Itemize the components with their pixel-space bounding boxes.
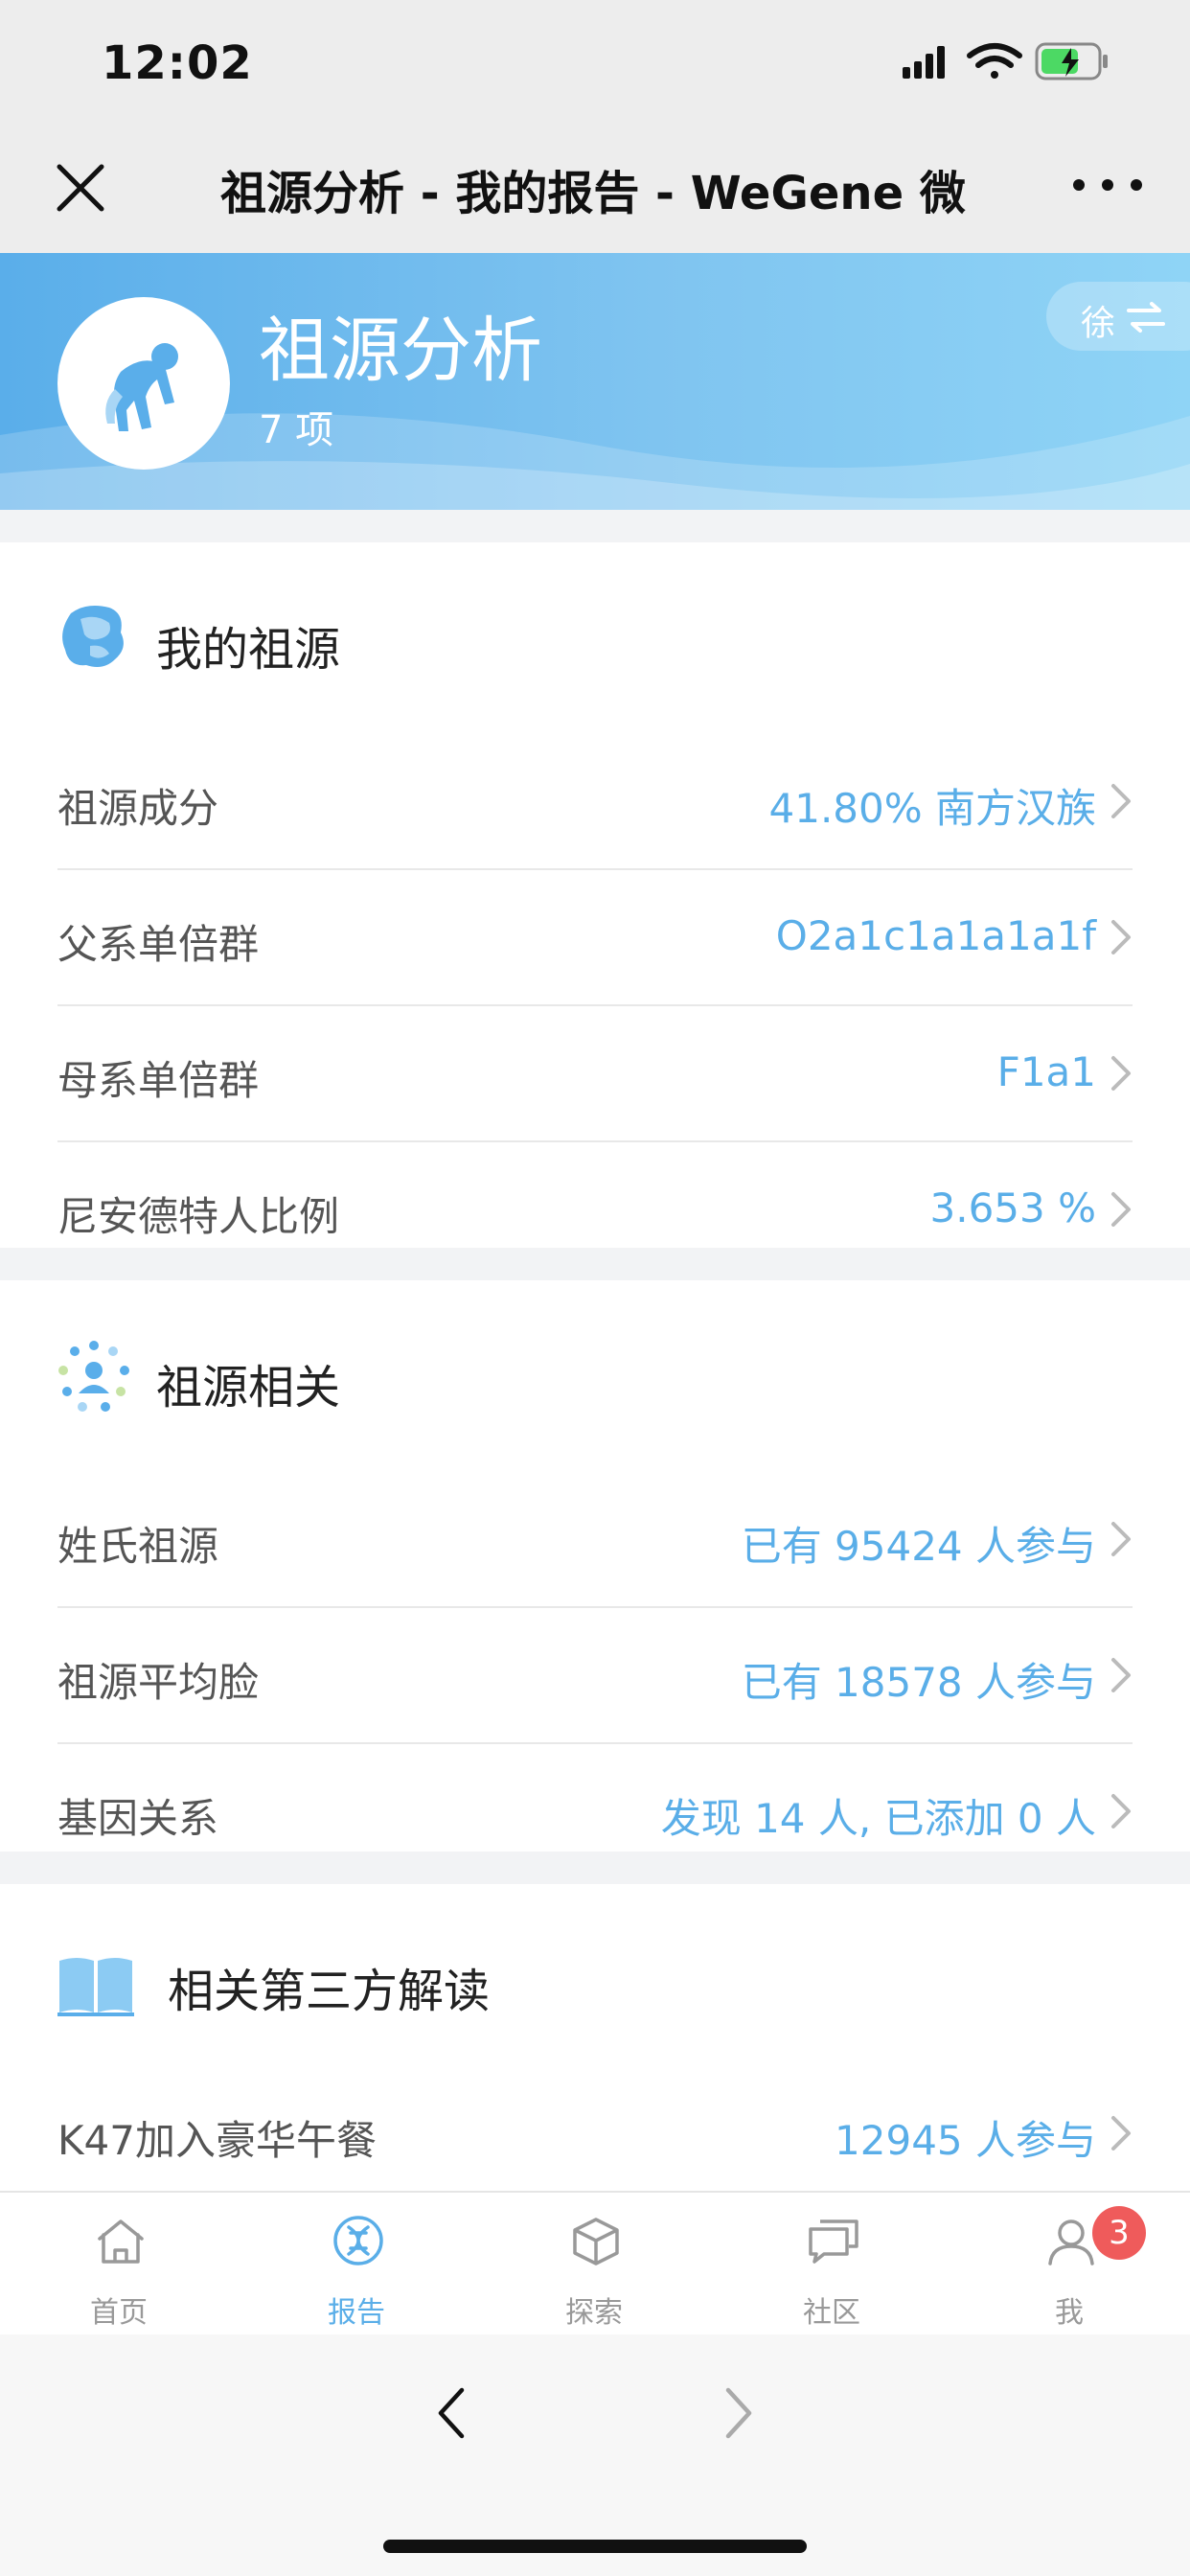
tab-label: 首页	[90, 2296, 148, 2330]
section-title: 我的祖源	[156, 623, 341, 677]
chevron-right-icon	[1111, 2116, 1131, 2150]
list-item[interactable]: 尼安德特人比例 3.653 %	[57, 1142, 1133, 1276]
status-icons	[903, 42, 1108, 80]
row-label: 基因关系	[57, 1795, 219, 1842]
people-network-icon	[58, 1341, 129, 1412]
section-header: 相关第三方解读	[0, 1884, 1190, 2066]
status-time: 12:02	[102, 36, 253, 90]
chevron-right-icon	[1111, 920, 1131, 954]
row-value: 已有 18578 人参与	[741, 1659, 1096, 1706]
row-label: 尼安德特人比例	[57, 1193, 340, 1240]
wifi-icon	[967, 43, 1022, 79]
switch-user-button[interactable]: 徐	[1046, 282, 1190, 351]
row-label: 祖源成分	[57, 785, 219, 832]
row-value: 发现 14 人, 已添加 0 人	[660, 1795, 1096, 1842]
section-header: 我的祖源	[0, 542, 1190, 734]
chevron-right-icon	[1111, 784, 1131, 818]
my-ancestry-card: 我的祖源 祖源成分 41.80% 南方汉族 父系单倍群 O2a1c1a1a1a1…	[0, 542, 1190, 1248]
tab-bar: 首页 报告 探索 社区 3 我	[0, 2191, 1190, 2336]
home-indicator	[383, 2540, 807, 2553]
notification-badge: 3	[1092, 2206, 1146, 2260]
battery-icon	[1035, 42, 1108, 80]
row-label: 父系单倍群	[57, 921, 260, 968]
book-icon	[57, 1958, 134, 2016]
section-header: 祖源相关	[0, 1280, 1190, 1472]
chevron-right-icon	[1111, 1522, 1131, 1556]
tab-report[interactable]: 报告	[238, 2193, 475, 2336]
tab-label: 我	[1055, 2296, 1084, 2330]
row-label: 姓氏祖源	[57, 1523, 219, 1570]
list-item[interactable]: 母系单倍群 F1a1	[57, 1006, 1133, 1142]
item-count: 7 项	[259, 408, 334, 452]
chevron-right-icon	[1111, 1192, 1131, 1227]
tab-community[interactable]: 社区	[713, 2193, 950, 2336]
row-label: 祖源平均脸	[57, 1659, 260, 1706]
tab-home[interactable]: 首页	[0, 2193, 238, 2336]
row-label: K47加入豪华午餐	[57, 2117, 377, 2164]
list-item[interactable]: 祖源成分 41.80% 南方汉族	[57, 734, 1133, 870]
row-value: 12945 人参与	[835, 2117, 1096, 2164]
home-icon	[98, 2220, 144, 2264]
chat-icon	[809, 2220, 858, 2264]
list-item[interactable]: 姓氏祖源 已有 95424 人参与	[57, 1472, 1133, 1608]
report-banner: 祖源分析 7 项 徐	[0, 253, 1190, 510]
swap-icon	[1127, 302, 1165, 333]
tab-label: 报告	[328, 2296, 385, 2330]
ancestry-related-card: 祖源相关 姓氏祖源 已有 95424 人参与 祖源平均脸 已有 18578 人参…	[0, 1280, 1190, 1852]
user-initial: 徐	[1081, 304, 1116, 343]
list-item[interactable]: 基因关系 发现 14 人, 已添加 0 人	[57, 1744, 1133, 1878]
ape-icon	[105, 343, 178, 431]
banner-avatar	[57, 297, 230, 470]
browser-toolbar	[0, 2334, 1190, 2576]
user-icon	[1048, 2220, 1094, 2266]
row-value: F1a1	[996, 1048, 1096, 1095]
cube-icon	[573, 2218, 619, 2266]
tab-explore[interactable]: 探索	[475, 2193, 713, 2336]
page-title: 祖源分析 - 我的报告 - WeGene 微	[220, 167, 966, 220]
third-party-card: 相关第三方解读 K47加入豪华午餐 12945 人参与	[0, 1884, 1190, 2202]
back-arrow-icon[interactable]	[433, 2384, 471, 2442]
list-item[interactable]: K47加入豪华午餐 12945 人参与	[57, 2066, 1133, 2202]
more-icon[interactable]	[1069, 171, 1146, 199]
list-item[interactable]: 祖源平均脸 已有 18578 人参与	[57, 1608, 1133, 1744]
list-item[interactable]: 父系单倍群 O2a1c1a1a1a1f	[57, 870, 1133, 1006]
top-bar: 12:02 祖源分析 - 我的报告 - WeGene 微	[0, 0, 1190, 253]
signal-icon	[903, 46, 945, 79]
chevron-right-icon	[1111, 1056, 1131, 1091]
banner-title: 祖源分析	[259, 310, 542, 392]
close-icon[interactable]	[54, 161, 107, 215]
row-value: 已有 95424 人参与	[741, 1523, 1096, 1570]
section-title: 相关第三方解读	[168, 1965, 491, 2018]
row-value: 41.80% 南方汉族	[768, 785, 1097, 832]
section-title: 祖源相关	[156, 1361, 341, 1414]
row-label: 母系单倍群	[57, 1057, 260, 1104]
forward-arrow-icon[interactable]	[719, 2384, 757, 2442]
tab-label: 社区	[803, 2296, 860, 2330]
chevron-right-icon	[1111, 1794, 1131, 1828]
tab-me[interactable]: 3 我	[950, 2193, 1188, 2336]
tab-label: 探索	[565, 2296, 623, 2330]
dna-icon	[333, 2216, 383, 2266]
chevron-right-icon	[1111, 1658, 1131, 1692]
row-value: 3.653 %	[929, 1184, 1097, 1231]
map-icon	[62, 606, 124, 667]
row-value: O2a1c1a1a1a1f	[775, 912, 1096, 959]
